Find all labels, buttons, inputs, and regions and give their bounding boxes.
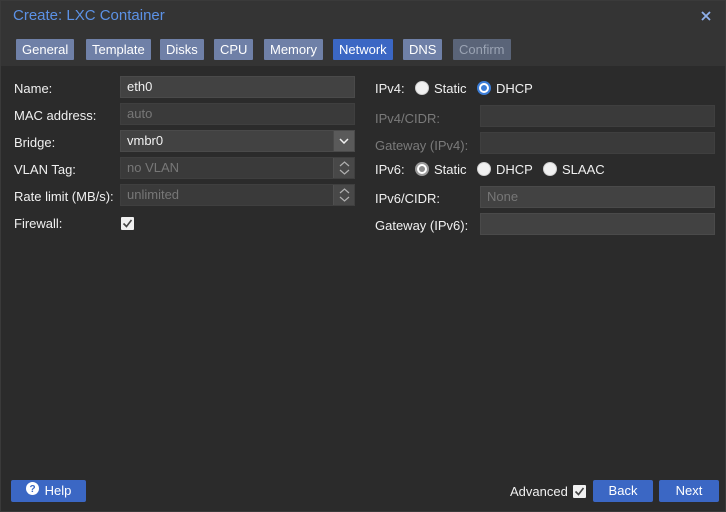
ipv6-cidr-placeholder: None (487, 189, 519, 204)
wizard-tabbar: General Template Disks CPU Memory Networ… (1, 32, 725, 66)
gateway6-label: Gateway (IPv6): (375, 218, 469, 233)
ipv6-dhcp-label[interactable]: DHCP (496, 162, 533, 177)
ipv6-static-label[interactable]: Static (434, 162, 467, 177)
ipv6-static-radio[interactable] (415, 162, 429, 176)
back-button[interactable]: Back (593, 480, 653, 502)
ipv4-static-label[interactable]: Static (434, 81, 467, 96)
mac-label: MAC address: (14, 108, 97, 123)
name-input-value: eth0 (127, 79, 153, 94)
bridge-value: vmbr0 (127, 133, 164, 148)
tab-network[interactable]: Network (333, 39, 393, 60)
tab-dns[interactable]: DNS (403, 39, 443, 60)
ipv4-static-radio[interactable] (415, 81, 429, 95)
tab-confirm: Confirm (453, 39, 511, 60)
ipv6-cidr-label: IPv6/CIDR: (375, 191, 441, 206)
close-icon[interactable] (699, 7, 713, 25)
ipv6-cidr-input[interactable]: None (480, 186, 715, 208)
check-icon (574, 487, 585, 496)
tab-cpu[interactable]: CPU (214, 39, 254, 60)
name-input[interactable]: eth0 (120, 76, 355, 98)
mac-placeholder: auto (127, 106, 153, 121)
rate-placeholder: unlimited (127, 187, 180, 202)
ipv6-slaac-label[interactable]: SLAAC (562, 162, 605, 177)
ipv4-dhcp-radio[interactable] (477, 81, 491, 95)
help-button[interactable]: ? Help (11, 480, 86, 502)
bridge-label: Bridge: (14, 135, 56, 150)
ipv4-dhcp-label[interactable]: DHCP (496, 81, 533, 96)
network-form: Name: eth0 MAC address: auto Bridge: vmb… (1, 66, 725, 471)
rate-label: Rate limit (MB/s): (14, 189, 114, 204)
next-button[interactable]: Next (659, 480, 719, 502)
dialog-title: Create: LXC Container (13, 7, 165, 24)
check-icon (122, 219, 133, 228)
advanced-label: Advanced (510, 484, 568, 499)
help-icon: ? (25, 480, 39, 502)
tab-general[interactable]: General (16, 39, 75, 60)
firewall-label: Firewall: (14, 216, 63, 231)
svg-text:?: ? (29, 484, 35, 495)
rate-spinner-icon[interactable] (333, 185, 354, 205)
name-label: Name: (14, 81, 53, 96)
vlan-spinner-icon[interactable] (333, 158, 354, 178)
ipv4-label: IPv4: (375, 81, 405, 96)
tab-disks[interactable]: Disks (160, 39, 204, 60)
gateway4-input (480, 132, 715, 154)
gateway4-label: Gateway (IPv4): (375, 138, 469, 153)
advanced-checkbox[interactable] (573, 485, 586, 498)
ipv4-cidr-input (480, 105, 715, 127)
mac-input: auto (120, 103, 355, 125)
dialog-titlebar: Create: LXC Container (1, 1, 725, 32)
dialog-footer: ? Help Advanced Back Next (1, 471, 725, 511)
bridge-select[interactable]: vmbr0 (120, 130, 355, 152)
ipv6-dhcp-radio[interactable] (477, 162, 491, 176)
tab-memory[interactable]: Memory (264, 39, 323, 60)
vlan-placeholder: no VLAN (127, 160, 180, 175)
rate-input[interactable]: unlimited (120, 184, 355, 206)
ipv4-cidr-label: IPv4/CIDR: (375, 111, 441, 126)
gateway6-input[interactable] (480, 213, 715, 235)
vlan-input[interactable]: no VLAN (120, 157, 355, 179)
tab-template[interactable]: Template (86, 39, 151, 60)
chevron-down-icon[interactable] (333, 131, 354, 151)
help-label: Help (44, 483, 72, 498)
firewall-checkbox[interactable] (121, 217, 134, 230)
create-lxc-dialog: Create: LXC Container General Template D… (0, 0, 726, 512)
ipv6-slaac-radio[interactable] (543, 162, 557, 176)
vlan-label: VLAN Tag: (14, 162, 76, 177)
ipv6-label: IPv6: (375, 162, 405, 177)
